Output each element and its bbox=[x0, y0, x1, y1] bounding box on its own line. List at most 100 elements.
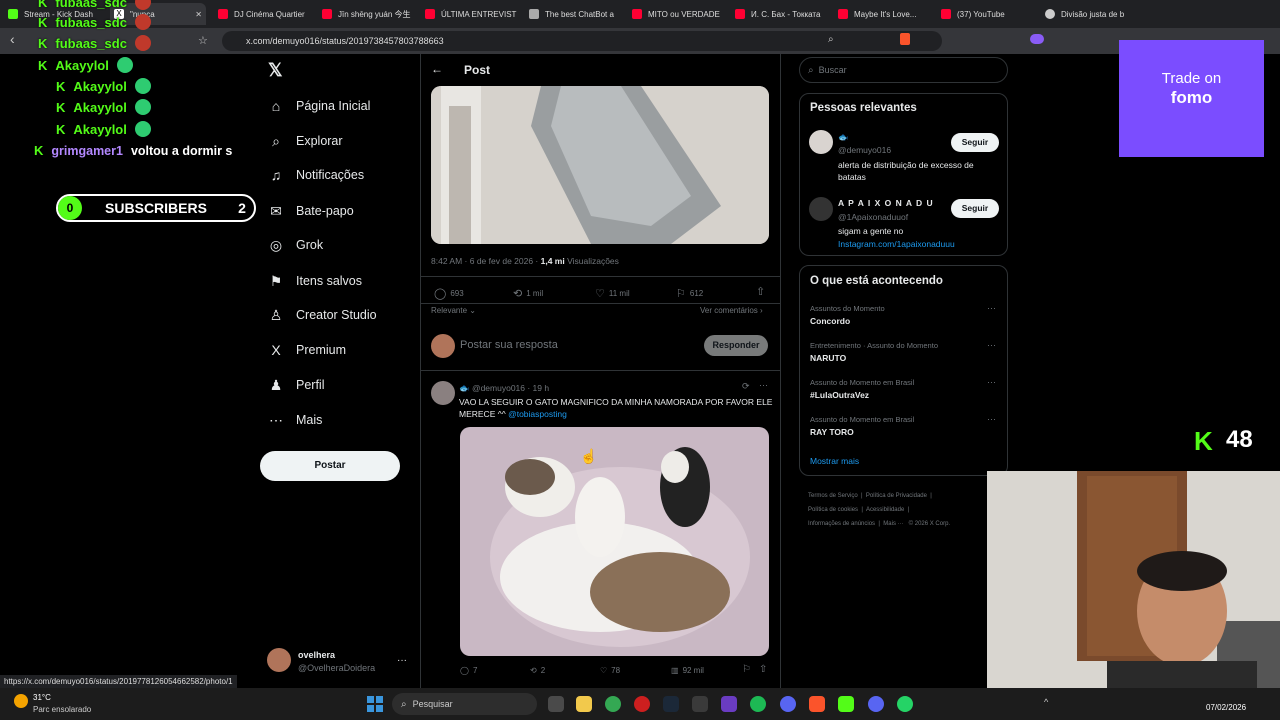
person-name[interactable]: 🐟 bbox=[838, 132, 849, 143]
trend-more-icon[interactable]: ··· bbox=[987, 377, 996, 387]
tab-8[interactable]: Maybe It's Love... bbox=[838, 3, 934, 25]
nav-creator-studio[interactable]: ♙ Creator Studio bbox=[268, 305, 377, 325]
close-tab-icon[interactable]: ✕ bbox=[195, 10, 202, 19]
search-icon: ⌕ bbox=[272, 132, 280, 149]
nav-bookmarks[interactable]: ⚑ Itens salvos bbox=[268, 271, 362, 291]
trend-item[interactable]: Entretenimento · Assunto do Momento NARU… bbox=[810, 341, 938, 363]
share-icon[interactable]: ⇧ bbox=[756, 285, 765, 298]
nav-profile[interactable]: ♟ Perfil bbox=[268, 375, 325, 395]
reply-view-count[interactable]: ▥ 92 mil bbox=[671, 666, 704, 675]
app-icon[interactable] bbox=[780, 696, 796, 712]
footer-link[interactable]: Mais ··· bbox=[883, 521, 903, 527]
back-arrow-icon[interactable]: ← bbox=[431, 62, 443, 76]
app-icon[interactable] bbox=[692, 696, 708, 712]
tab-3[interactable]: Jīn shēng yuán 今生 bbox=[322, 3, 418, 25]
follow-button[interactable]: Seguir bbox=[951, 199, 999, 218]
sort-dropdown[interactable]: Relevante ⌄ bbox=[431, 306, 476, 315]
repost-count[interactable]: ⟲ 1 mil bbox=[513, 287, 543, 300]
nav-premium[interactable]: X Premium bbox=[268, 340, 346, 360]
zoom-icon[interactable]: ⌕ bbox=[828, 34, 834, 45]
post-image[interactable] bbox=[431, 86, 769, 244]
nav-grok[interactable]: ◎ Grok bbox=[268, 235, 323, 255]
nav-more[interactable]: ⋯ Mais bbox=[268, 410, 322, 430]
tab-2[interactable]: DJ Cinéma Quartier bbox=[218, 3, 314, 25]
tray-chevron-icon[interactable]: ^ bbox=[1044, 697, 1048, 707]
extension-icon[interactable] bbox=[1030, 34, 1044, 44]
nav-explore[interactable]: ⌕ Explorar bbox=[268, 131, 342, 151]
tab-6[interactable]: MITO ou VERDADE bbox=[632, 3, 728, 25]
bookmark-icon: ⚑ bbox=[269, 272, 283, 289]
person-link[interactable]: Instagram.com/1apaixonaduuu bbox=[838, 239, 955, 249]
weather-icon[interactable] bbox=[14, 694, 28, 708]
tab-10[interactable]: Divisão justa de b bbox=[1045, 3, 1125, 25]
mail-icon: ✉ bbox=[270, 202, 282, 219]
show-more-link[interactable]: Mostrar mais bbox=[810, 456, 859, 466]
reply-avatar[interactable] bbox=[431, 381, 455, 405]
person-name[interactable]: A P A I X O N A D U bbox=[838, 198, 934, 208]
person-avatar[interactable] bbox=[809, 197, 833, 221]
trend-more-icon[interactable]: ··· bbox=[987, 303, 996, 313]
trend-item[interactable]: Assunto do Momento em Brasil #LulaOutraV… bbox=[810, 378, 914, 400]
trend-more-icon[interactable]: ··· bbox=[987, 414, 996, 424]
brave-icon[interactable] bbox=[809, 696, 825, 712]
repost-icon: ⟲ bbox=[513, 288, 523, 300]
nav-chat[interactable]: ✉ Bate-papo bbox=[268, 201, 354, 221]
tab-9[interactable]: (37) YouTube bbox=[941, 3, 1037, 25]
kick-icon[interactable] bbox=[838, 696, 854, 712]
bookmark-icon[interactable]: ⚐ bbox=[742, 664, 751, 675]
file-explorer-icon[interactable] bbox=[576, 696, 592, 712]
follow-button[interactable]: Seguir bbox=[951, 133, 999, 152]
spotify-icon[interactable] bbox=[750, 696, 766, 712]
reply-image[interactable] bbox=[460, 427, 769, 656]
kick-icon: K bbox=[38, 0, 48, 10]
brave-shield-icon[interactable] bbox=[900, 33, 910, 45]
share-icon[interactable]: ⇧ bbox=[759, 664, 767, 675]
see-comments-link[interactable]: Ver comentários › bbox=[700, 306, 763, 315]
steam-icon[interactable] bbox=[663, 696, 679, 712]
more-icon[interactable]: ··· bbox=[759, 380, 768, 390]
reply-repost-count[interactable]: ⟲ 2 bbox=[530, 666, 545, 675]
footer-link[interactable]: Acessibilidade bbox=[866, 507, 904, 513]
footer-link[interactable]: Política de Privacidade bbox=[866, 493, 927, 499]
trend-more-icon[interactable]: ··· bbox=[987, 340, 996, 350]
x-logo-icon[interactable]: 𝕏 bbox=[268, 60, 283, 81]
bell-icon: ♫ bbox=[270, 167, 282, 183]
trend-item[interactable]: Assuntos do Momento Concordo bbox=[810, 304, 885, 326]
nav-home[interactable]: ⌂ Página Inicial bbox=[268, 96, 371, 116]
reply-count[interactable]: ◯ 693 bbox=[434, 287, 464, 300]
bookmark-icon[interactable]: ☆ bbox=[198, 34, 208, 47]
nav-notifications[interactable]: ♫ Notificações bbox=[268, 165, 364, 185]
reply-input[interactable]: Postar sua resposta bbox=[460, 339, 558, 351]
taskbar-search[interactable]: ⌕ Pesquisar bbox=[392, 693, 537, 715]
trend-item[interactable]: Assunto do Momento em Brasil RAY TORO bbox=[810, 415, 914, 437]
task-view-icon[interactable] bbox=[548, 696, 564, 712]
person-avatar[interactable] bbox=[809, 130, 833, 154]
account-avatar[interactable] bbox=[267, 648, 291, 672]
back-icon[interactable]: ‹ bbox=[10, 31, 15, 47]
bookmark-count[interactable]: ⚐ 612 bbox=[676, 287, 703, 300]
footer-link[interactable]: Política de cookies bbox=[808, 507, 858, 513]
chrome-icon[interactable] bbox=[605, 696, 621, 712]
reply-like-count[interactable]: ♡ 78 bbox=[600, 666, 620, 675]
search-box[interactable]: ⌕ Buscar bbox=[799, 57, 1008, 83]
tab-4[interactable]: ÚLTIMA ENTREVIST bbox=[425, 3, 521, 25]
whatsapp-icon[interactable] bbox=[897, 696, 913, 712]
post-button[interactable]: Postar bbox=[260, 451, 400, 481]
grok-reply-icon[interactable]: ⟳ bbox=[742, 381, 750, 392]
footer-link[interactable]: Informações de anúncios bbox=[808, 521, 875, 527]
url-bar[interactable]: x.com/demuyo016/status/20197384578037886… bbox=[222, 31, 942, 51]
like-count[interactable]: ♡ 11 mil bbox=[595, 287, 630, 300]
divider bbox=[420, 54, 421, 688]
account-more-icon[interactable]: ··· bbox=[397, 655, 407, 666]
mention-link[interactable]: @tobiasposting bbox=[508, 409, 567, 419]
app-icon[interactable] bbox=[721, 696, 737, 712]
windows-start-icon[interactable] bbox=[367, 696, 383, 712]
tab-5[interactable]: The best ChatBot a bbox=[529, 3, 625, 25]
reply-button[interactable]: Responder bbox=[704, 335, 768, 356]
discord-icon[interactable] bbox=[868, 696, 884, 712]
opera-icon[interactable] bbox=[634, 696, 650, 712]
reply-reply-count[interactable]: ◯ 7 bbox=[460, 666, 477, 675]
tab-7[interactable]: И. С. Бах - Токката bbox=[735, 3, 831, 25]
reply-handle[interactable]: 🐟 @demuyo016 · 19 h bbox=[459, 383, 549, 394]
footer-link[interactable]: Termos de Serviço bbox=[808, 493, 858, 499]
